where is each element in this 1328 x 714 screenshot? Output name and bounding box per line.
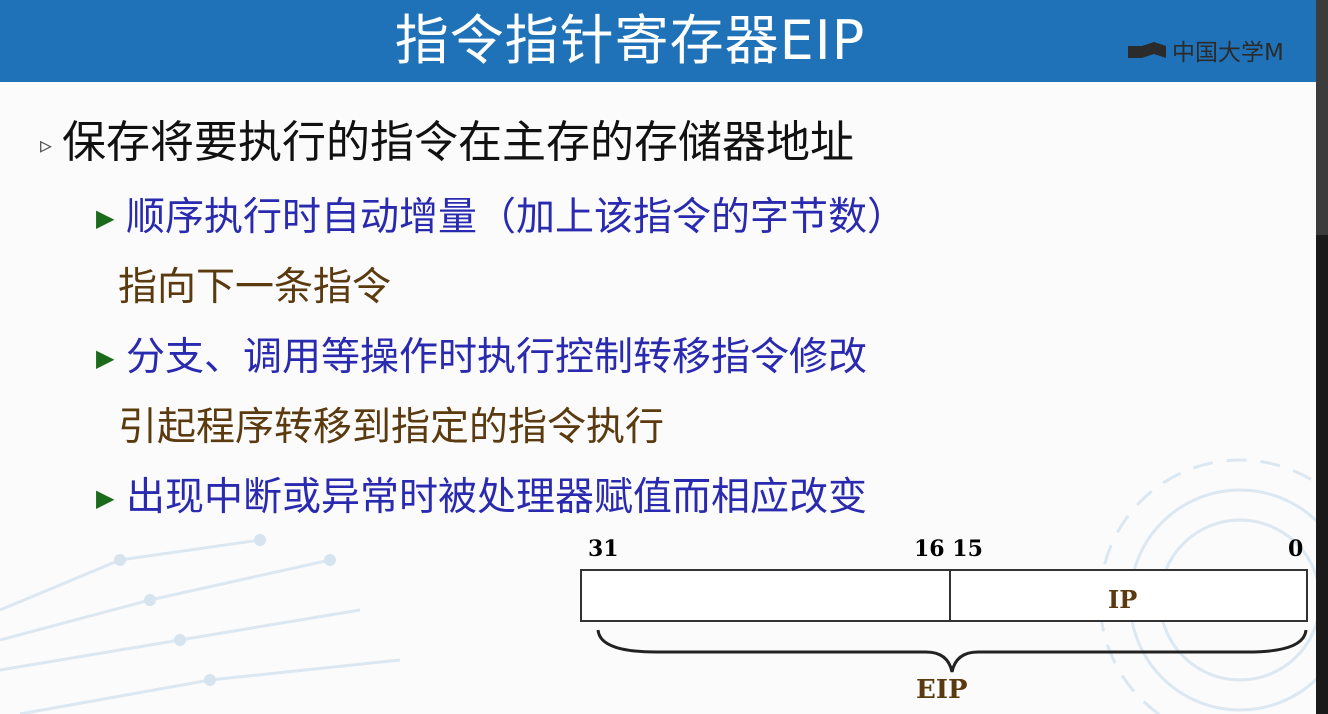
- bit-0-label: 0: [1288, 536, 1304, 562]
- register-divider: [949, 571, 951, 620]
- solid-triangle-bullet-icon: ▶: [96, 344, 115, 372]
- window-edge: [1316, 0, 1328, 714]
- eip-register-diagram: [580, 569, 1308, 622]
- sub-bullet-1: ▶ 顺序执行时自动增量（加上该指令的字节数）: [96, 192, 906, 244]
- scrollbar-thumb[interactable]: [1316, 0, 1328, 235]
- eip-brace: [596, 629, 1308, 673]
- sub-bullet-1-text: 顺序执行时自动增量（加上该指令的字节数）: [126, 195, 907, 240]
- sub-bullet-2-continuation: 引起程序转移到指定的指令执行: [118, 405, 665, 450]
- logo-icon: [1128, 42, 1166, 58]
- solid-triangle-bullet-icon: ▶: [96, 484, 115, 512]
- sub-bullet-1-continuation: 指向下一条指令: [118, 265, 392, 310]
- main-bullet-text: 保存将要执行的指令在主存的存储器地址: [62, 117, 854, 168]
- sub-bullet-3: ▶ 出现中断或异常时被处理器赋值而相应改变: [96, 472, 867, 524]
- slide-title: 指令指针寄存器EIP: [394, 9, 866, 72]
- bit-16-15-label: 16 15: [914, 536, 983, 562]
- main-bullet: ▹ 保存将要执行的指令在主存的存储器地址: [40, 115, 854, 173]
- sub-bullet-2: ▶ 分支、调用等操作时执行控制转移指令修改: [96, 332, 867, 384]
- slide: 指令指针寄存器EIP 中国大学M ▹ 保存将要执行的指令在主存的存储器地址 ▶ 顺序…: [0, 0, 1316, 714]
- bit-31-label: 31: [588, 536, 619, 562]
- ip-label: IP: [1108, 585, 1138, 614]
- eip-label: EIP: [916, 675, 968, 705]
- sub-bullet-3-text: 出现中断或异常时被处理器赋值而相应改变: [126, 475, 868, 520]
- title-bar: 指令指针寄存器EIP 中国大学M: [0, 0, 1316, 82]
- hollow-triangle-bullet-icon: ▹: [40, 131, 53, 159]
- watermark-text: 中国大学M: [1172, 40, 1284, 66]
- solid-triangle-bullet-icon: ▶: [96, 204, 115, 232]
- sub-bullet-2-text: 分支、调用等操作时执行控制转移指令修改: [126, 335, 868, 380]
- watermark-logo: 中国大学M: [1128, 34, 1284, 66]
